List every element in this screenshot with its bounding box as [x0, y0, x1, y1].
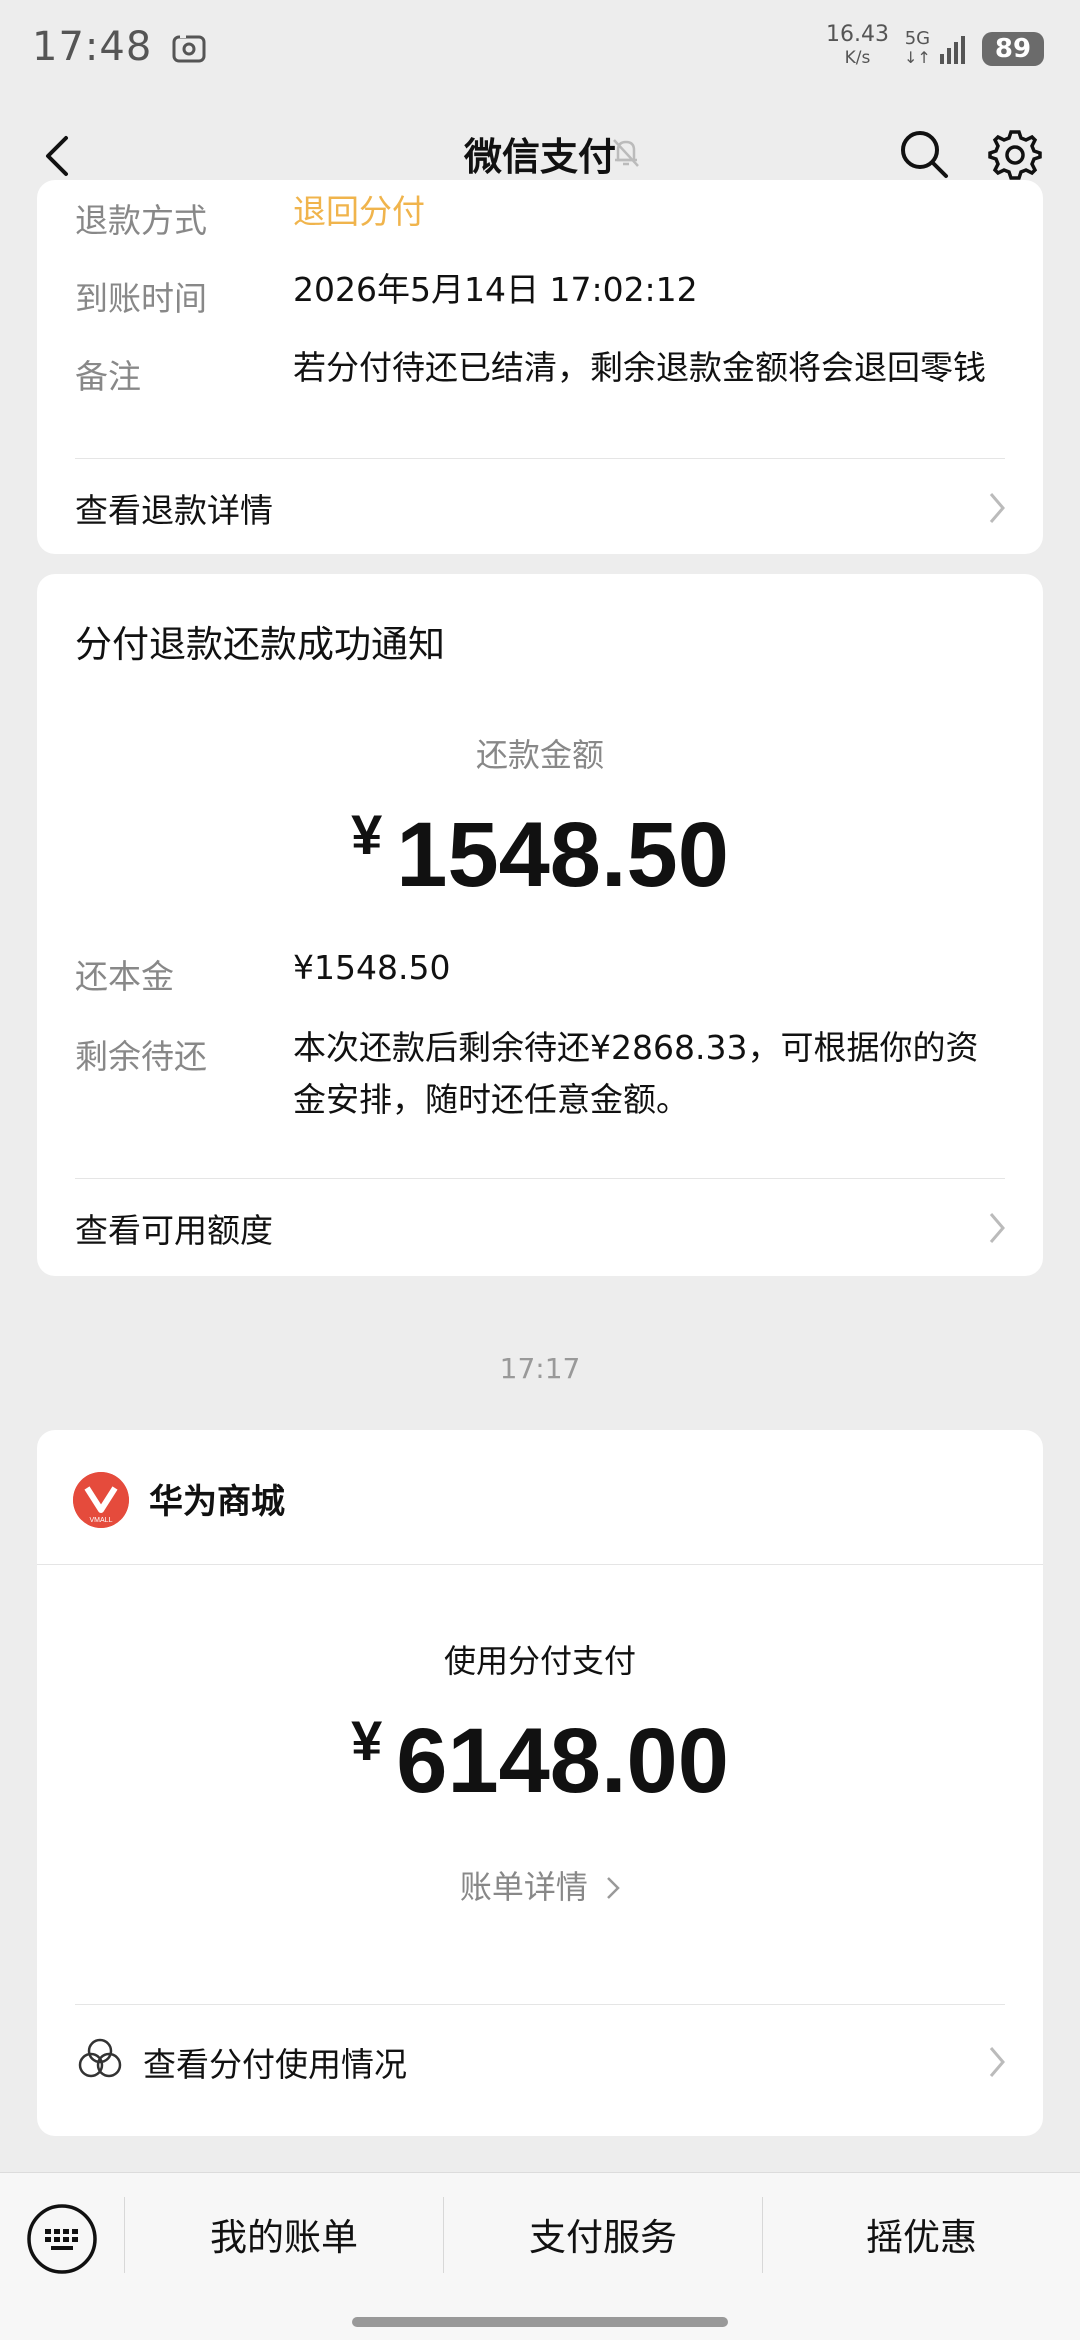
menu-payment-services[interactable]: 支付服务	[444, 2173, 762, 2303]
divider	[75, 458, 1005, 459]
screen-capture-icon	[172, 34, 206, 63]
wechat-pay-chat-screen: 17:48 16.43 K/s 5G ↓↑ 89 微信支付 退款方式 退回分付 …	[0, 0, 1080, 2340]
mute-bell-icon	[613, 139, 639, 167]
repayment-amount: ¥1548.50	[37, 802, 1043, 908]
link-label: 查看可用额度	[75, 1211, 273, 1250]
row-label: 还本金	[75, 957, 174, 996]
view-available-credit-link[interactable]: 查看可用额度	[37, 1180, 1043, 1276]
divider	[75, 2004, 1005, 2005]
remark-value: 若分付待还已结清，剩余退款金额将会退回零钱	[293, 348, 986, 387]
chevron-right-icon	[989, 2047, 1005, 2077]
principal-value: ¥1548.50	[293, 948, 451, 987]
battery-indicator: 89	[982, 32, 1044, 66]
signal-icon	[940, 36, 965, 64]
chevron-right-icon	[989, 1213, 1005, 1243]
bottom-menu-bar: 我的账单 支付服务 摇优惠	[0, 2172, 1080, 2340]
row-label: 到账时间	[75, 279, 207, 318]
home-indicator[interactable]	[352, 2317, 728, 2327]
merchant-header: VMALL 华为商城	[37, 1430, 1043, 1565]
divider	[75, 1178, 1005, 1179]
row-label: 退款方式	[75, 201, 207, 240]
settings-button[interactable]	[986, 126, 1044, 184]
network-type: 5G ↓↑	[904, 28, 931, 67]
link-label: 查看分付使用情况	[143, 2045, 407, 2084]
chevron-right-icon	[989, 493, 1005, 523]
menu-my-bills[interactable]: 我的账单	[125, 2173, 443, 2303]
network-speed: 16.43 K/s	[826, 22, 889, 68]
amount-label: 使用分付支付	[443, 1642, 636, 1680]
menu-shake-offers[interactable]: 摇优惠	[763, 2173, 1080, 2303]
currency-symbol: ¥	[351, 803, 383, 866]
view-usage-link[interactable]: 查看分付使用情况	[37, 2014, 1043, 2110]
repayment-card: 分付退款还款成功通知 还款金额 ¥1548.50 还本金 ¥1548.50 剩余…	[37, 574, 1043, 1276]
status-time: 17:48	[32, 24, 153, 70]
amount-value: 1548.50	[396, 804, 729, 906]
refund-card: 退款方式 退回分付 到账时间 2026年5月14日 17:02:12 备注 若分…	[37, 180, 1043, 554]
vmall-logo-icon: VMALL	[73, 1472, 129, 1528]
merchant-payment-card: VMALL 华为商城 使用分付支付 ¥6148.00 账单详情 查看分付使用情况	[37, 1430, 1043, 2136]
link-label: 查看退款详情	[75, 491, 273, 530]
row-label: 剩余待还	[75, 1037, 207, 1076]
remaining-value: 本次还款后剩余待还¥2868.33，可根据你的资金安排，随时还任意金额。	[293, 1028, 979, 1119]
currency-symbol: ¥	[351, 1709, 383, 1772]
arrival-time-value: 2026年5月14日 17:02:12	[293, 270, 698, 309]
merchant-name: 华为商城	[149, 1482, 285, 1522]
status-bar: 17:48 16.43 K/s 5G ↓↑ 89	[0, 0, 1080, 102]
message-timestamp: 17:17	[499, 1352, 581, 1385]
payment-amount: ¥6148.00	[37, 1708, 1043, 1814]
amount-value: 6148.00	[396, 1710, 729, 1812]
bill-link-label: 账单详情	[459, 1868, 588, 1906]
usage-circles-icon	[78, 2038, 122, 2078]
amount-label: 还款金额	[475, 736, 604, 774]
row-label: 备注	[75, 357, 141, 396]
refund-method-value: 退回分付	[293, 192, 425, 231]
chevron-right-icon	[607, 1877, 620, 1899]
logo-text: VMALL	[90, 1517, 113, 1524]
keyboard-toggle-button[interactable]	[26, 2203, 98, 2275]
bill-details-link[interactable]: 账单详情	[37, 1862, 1043, 1908]
card-title: 分付退款还款成功通知	[75, 623, 445, 666]
search-button[interactable]	[896, 126, 952, 182]
view-refund-details-link[interactable]: 查看退款详情	[37, 460, 1043, 554]
